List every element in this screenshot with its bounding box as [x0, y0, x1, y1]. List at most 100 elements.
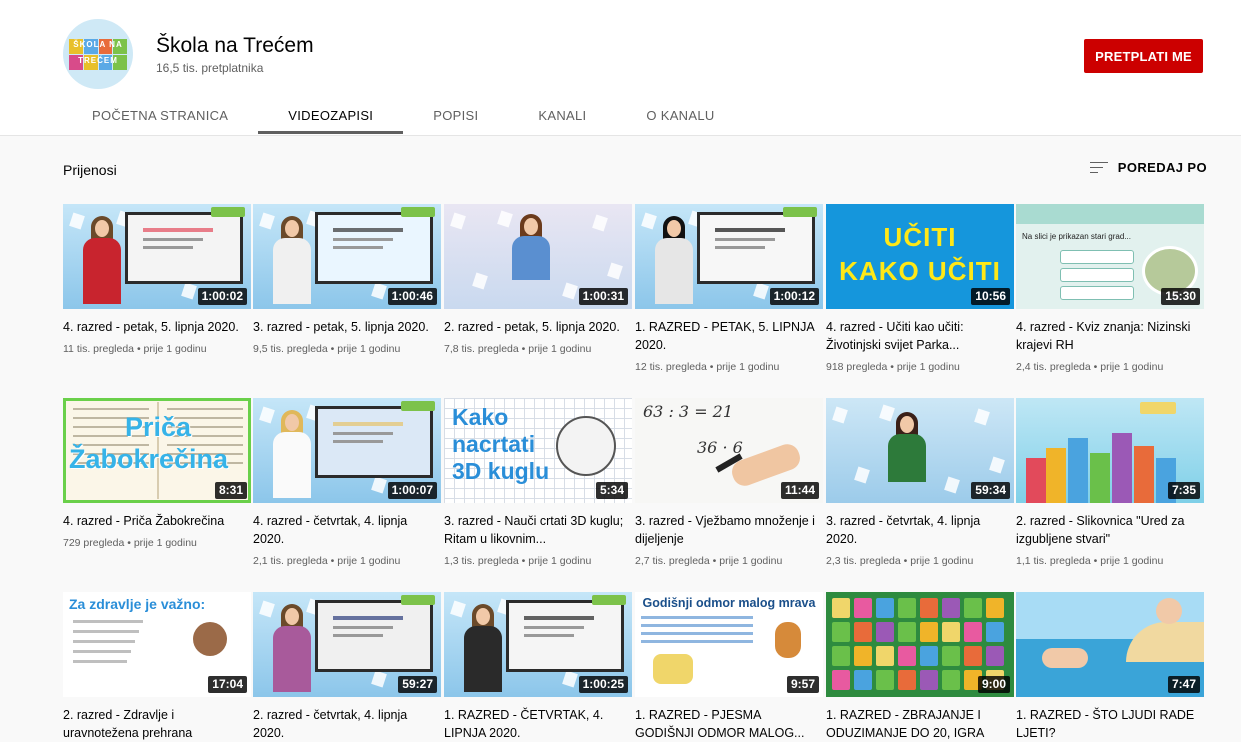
- video-title[interactable]: 3. razred - četvrtak, 4. lipnja 2020.: [826, 512, 1006, 548]
- video-card[interactable]: 1:00:31 2. razred - petak, 5. lipnja 2020…: [444, 204, 632, 355]
- video-duration: 15:30: [1161, 288, 1200, 305]
- video-thumbnail[interactable]: 1:00:07: [253, 398, 441, 503]
- video-thumbnail[interactable]: Godišnji odmor malog mrava 9:57: [635, 592, 823, 697]
- thumbnail-text: UČITI: [883, 222, 957, 252]
- video-title[interactable]: 2. razred - petak, 5. lipnja 2020.: [444, 318, 624, 336]
- view-count: 1,3 tis. pregleda: [444, 555, 519, 567]
- video-thumbnail[interactable]: 7:35: [1016, 398, 1204, 503]
- video-card[interactable]: Za zdravlje je važno: 17:04 2. razred - Zd…: [63, 592, 251, 742]
- video-title[interactable]: 4. razred - četvrtak, 4. lipnja 2020.: [253, 512, 433, 548]
- text-line: [641, 624, 753, 627]
- video-card[interactable]: 1:00:07 4. razred - četvrtak, 4. lipnja 2…: [253, 398, 441, 567]
- book-block: [1134, 446, 1154, 503]
- book-line: [73, 408, 149, 410]
- video-thumbnail[interactable]: Na slici je prikazan stari grad... 15:30: [1016, 204, 1204, 309]
- video-duration: 10:56: [971, 288, 1010, 305]
- subscribe-button[interactable]: PRETPLATI ME: [1084, 39, 1203, 73]
- video-card[interactable]: Priča Žabokrečina 8:31 4. razred - Priča Ža…: [63, 398, 251, 549]
- channel-name[interactable]: Škola na Trećem: [156, 34, 314, 58]
- video-card[interactable]: UČITI KAKO UČITI 10:56 4. razred - Učiti ka…: [826, 204, 1014, 373]
- video-title[interactable]: 1. RAZRED - PETAK, 5. LIPNJA 2020.: [635, 318, 815, 354]
- video-thumbnail[interactable]: 1:00:46: [253, 204, 441, 309]
- video-title[interactable]: 4. razred - Priča Žabokrečina: [63, 512, 243, 530]
- video-title[interactable]: 2. razred - četvrtak, 4. lipnja 2020.: [253, 706, 433, 742]
- video-card[interactable]: Na slici je prikazan stari grad... 15:30 4…: [1016, 204, 1204, 373]
- paper-decoration: [69, 212, 85, 230]
- video-title[interactable]: 2. razred - Slikovnica "Ured za izgublje…: [1016, 512, 1196, 548]
- video-thumbnail[interactable]: 7:47: [1016, 592, 1204, 697]
- paper-decoration: [497, 210, 513, 228]
- video-duration: 11:44: [780, 482, 819, 499]
- meta-separator: •: [134, 343, 144, 355]
- tab-videos[interactable]: VIDEOZAPISI: [258, 98, 404, 134]
- video-card[interactable]: 1:00:46 3. razred - petak, 5. lipnja 2020…: [253, 204, 441, 355]
- video-thumbnail[interactable]: 63 : 3 = 21 36 · 6 11:44: [635, 398, 823, 503]
- video-card[interactable]: 7:35 2. razred - Slikovnica "Ured za izgu…: [1016, 398, 1204, 567]
- screen-line: [143, 246, 193, 249]
- screen-line: [715, 238, 775, 241]
- screen-line: [333, 626, 393, 629]
- video-title[interactable]: 4. razred - petak, 5. lipnja 2020.: [63, 318, 243, 336]
- video-card[interactable]: 1:00:12 1. RAZRED - PETAK, 5. LIPNJA 2020…: [635, 204, 823, 373]
- video-thumbnail[interactable]: Priča Žabokrečina 8:31: [63, 398, 251, 503]
- video-card[interactable]: 9:00 1. RAZRED - ZBRAJANJE I ODUZIMANJE D…: [826, 592, 1014, 742]
- video-title[interactable]: 1. RAZRED - PJESMA GODIŠNJI ODMOR MALOG.…: [635, 706, 815, 742]
- video-title[interactable]: 1. RAZRED - ČETVRTAK, 4. LIPNJA 2020.: [444, 706, 624, 742]
- thumbnail-text: 3D kuglu: [452, 458, 550, 484]
- video-card[interactable]: 1:00:02 4. razred - petak, 5. lipnja 2020…: [63, 204, 251, 355]
- video-thumbnail[interactable]: 1:00:31: [444, 204, 632, 309]
- thumbnail-text: Na slici je prikazan stari grad...: [1022, 232, 1131, 241]
- tab-home[interactable]: POČETNA STRANICA: [62, 98, 258, 134]
- paper-decoration: [592, 214, 608, 232]
- video-card[interactable]: 1:00:25 1. RAZRED - ČETVRTAK, 4. LIPNJA 2…: [444, 592, 632, 742]
- video-duration: 1:00:12: [769, 288, 819, 305]
- video-duration: 17:04: [208, 676, 247, 693]
- tab-channels[interactable]: KANALI: [508, 98, 616, 134]
- video-thumbnail[interactable]: 1:00:25: [444, 592, 632, 697]
- channel-header: ŠKOLA NA TREĆEM Škola na Trećem 16,5 tis…: [0, 0, 1241, 136]
- upload-age: prije 1 godinu: [143, 343, 207, 355]
- video-thumbnail[interactable]: UČITI KAKO UČITI 10:56: [826, 204, 1014, 309]
- video-meta: 1,3 tis. pregleda • prije 1 godinu: [444, 555, 632, 567]
- video-card[interactable]: 63 : 3 = 21 36 · 6 11:44 3. razred - Vježba…: [635, 398, 823, 567]
- upload-age: prije 1 godinu: [910, 555, 974, 567]
- paper-decoration: [562, 282, 578, 300]
- sort-button[interactable]: POREDAJ PO: [1089, 160, 1207, 175]
- paper-decoration: [259, 212, 275, 230]
- video-title[interactable]: 1. RAZRED - ŠTO LJUDI RADE LJETI?: [1016, 706, 1196, 742]
- video-title[interactable]: 4. razred - Učiti kao učiti: Životinjski…: [826, 318, 1006, 354]
- board-tile: [942, 598, 960, 618]
- tab-about[interactable]: O KANALU: [616, 98, 744, 134]
- video-thumbnail[interactable]: 1:00:12: [635, 204, 823, 309]
- video-title[interactable]: 3. razred - Nauči crtati 3D kuglu; Ritam…: [444, 512, 624, 548]
- video-thumbnail[interactable]: 9:00: [826, 592, 1014, 697]
- screen-line: [333, 616, 403, 620]
- video-thumbnail[interactable]: 59:34: [826, 398, 1014, 503]
- screen-line: [333, 440, 383, 443]
- video-thumbnail[interactable]: 59:27: [253, 592, 441, 697]
- channel-avatar[interactable]: ŠKOLA NA TREĆEM: [63, 19, 133, 89]
- board-tile: [854, 670, 872, 690]
- video-thumbnail[interactable]: Kako nacrtati 3D kuglu 5:34: [444, 398, 632, 503]
- video-card[interactable]: 59:34 3. razred - četvrtak, 4. lipnja 202…: [826, 398, 1014, 567]
- video-meta: 2,3 tis. pregleda • prije 1 godinu: [826, 555, 1014, 567]
- screen-line: [333, 228, 403, 232]
- meta-separator: •: [518, 555, 529, 567]
- video-thumbnail[interactable]: Za zdravlje je važno: 17:04: [63, 592, 251, 697]
- video-duration: 1:00:31: [578, 288, 628, 305]
- video-title[interactable]: 4. razred - Kviz znanja: Nizinski krajev…: [1016, 318, 1196, 354]
- video-card[interactable]: Godišnji odmor malog mrava 9:57 1. RAZRED …: [635, 592, 823, 742]
- video-card[interactable]: 59:27 2. razred - četvrtak, 4. lipnja 202…: [253, 592, 441, 742]
- tab-playlists[interactable]: POPISI: [403, 98, 508, 134]
- presenter-body: [888, 434, 926, 482]
- video-title[interactable]: 1. RAZRED - ZBRAJANJE I ODUZIMANJE DO 20…: [826, 706, 1006, 742]
- video-card[interactable]: 7:47 1. RAZRED - ŠTO LJUDI RADE LJETI?: [1016, 592, 1204, 742]
- video-title[interactable]: 3. razred - petak, 5. lipnja 2020.: [253, 318, 433, 336]
- sand: [1126, 622, 1204, 662]
- thumbnail-text: 63 : 3 = 21: [643, 402, 734, 421]
- presenter-body: [464, 626, 502, 692]
- video-thumbnail[interactable]: 1:00:02: [63, 204, 251, 309]
- video-card[interactable]: Kako nacrtati 3D kuglu 5:34 3. razred - Nauč…: [444, 398, 632, 567]
- video-title[interactable]: 2. razred - Zdravlje i uravnotežena preh…: [63, 706, 243, 742]
- video-title[interactable]: 3. razred - Vježbamo množenje i dijeljen…: [635, 512, 815, 548]
